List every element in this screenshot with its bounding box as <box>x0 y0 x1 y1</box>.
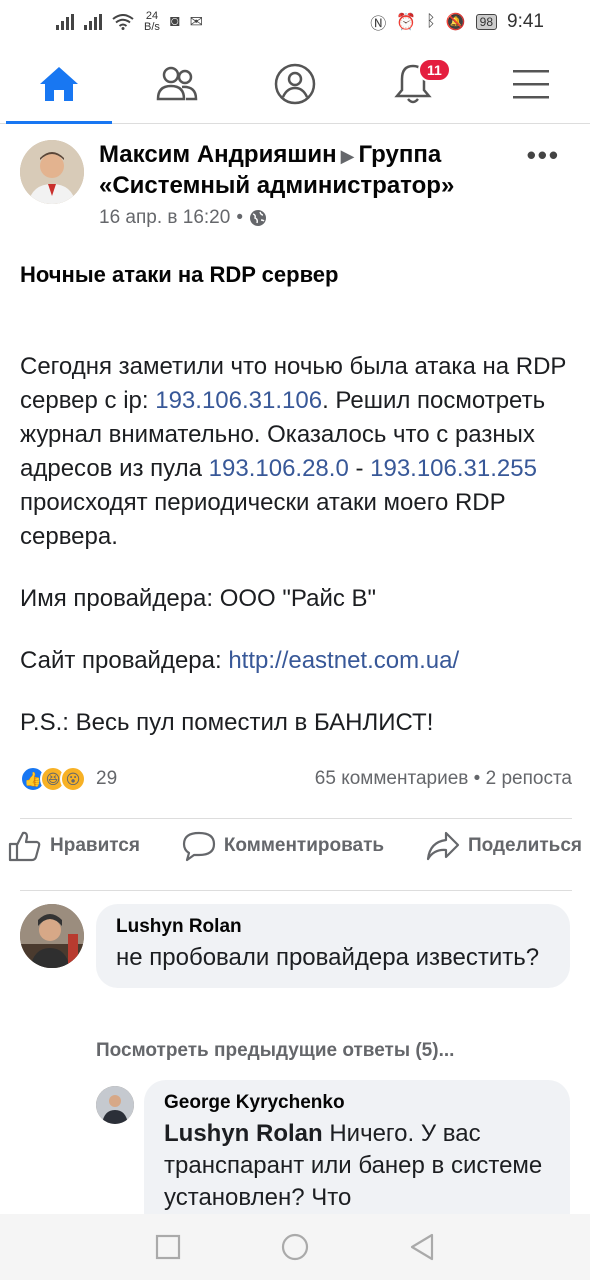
divider <box>20 818 572 819</box>
notification-badge: 11 <box>418 58 451 82</box>
reaction-count: 29 <box>96 768 118 789</box>
reactions-summary: 👍 😆 😮 29 65 комментариев • 2 репоста <box>20 766 572 792</box>
back-icon[interactable] <box>409 1233 435 1261</box>
tab-bar: 11 <box>0 44 590 124</box>
friends-icon <box>156 66 198 100</box>
signal-icon-2 <box>84 14 102 30</box>
status-bar: 24 B/s ◙ ✉ Ⓝ ⏰ ᛒ 🔕 98 9:41 <box>0 0 590 44</box>
ip-link[interactable]: 193.106.31.106 <box>155 387 322 414</box>
recents-icon[interactable] <box>155 1234 181 1260</box>
shares-count[interactable]: 2 репоста <box>486 768 572 789</box>
comment-text: не пробовали провайдера известить? <box>116 944 540 971</box>
provider-site-link[interactable]: http://eastnet.com.ua/ <box>228 647 459 674</box>
commenter-avatar[interactable] <box>20 904 84 968</box>
reply-author[interactable]: George Kyrychenko <box>164 1092 550 1114</box>
menu-icon <box>513 69 549 98</box>
app-notification-icon: ◙ <box>169 13 180 30</box>
provider-site: Сайт провайдера: http://eastnet.com.ua/ <box>20 647 460 674</box>
post-header: Максим Андрияшин ▶ Группа «Системный админ… <box>20 140 570 229</box>
like-button[interactable]: Нравится <box>8 830 140 862</box>
mute-icon: 🔕 <box>445 14 466 31</box>
range-end-link[interactable]: 193.106.31.255 <box>370 455 537 482</box>
thumbs-up-icon <box>8 831 41 862</box>
more-options-icon[interactable]: ••• <box>527 140 560 171</box>
dot-separator: • <box>473 768 481 789</box>
arrow-right-icon: ▶ <box>340 146 355 166</box>
nfc-icon: Ⓝ <box>370 16 387 33</box>
battery-indicator: 98 <box>475 14 498 30</box>
tab-menu[interactable] <box>472 44 590 123</box>
comments-count[interactable]: 65 комментариев <box>315 768 469 789</box>
post-ps: P.S.: Весь пул поместил в БАНЛИСТ! <box>20 709 434 736</box>
home-icon <box>40 66 78 101</box>
tab-home[interactable] <box>0 44 118 124</box>
reply-text: Lushyn Rolan Ничего. У вас транспарант и… <box>164 1120 543 1211</box>
comment: Lushyn Rolan не пробовали провайдера изв… <box>20 904 570 988</box>
system-nav-bar <box>0 1214 590 1280</box>
share-icon <box>426 831 460 861</box>
provider-name: Имя провайдера: ООО "Райс В" <box>20 585 377 612</box>
comment-icon <box>182 831 215 862</box>
wifi-icon <box>112 14 134 30</box>
network-speed: 24 B/s <box>144 10 160 33</box>
post-date[interactable]: 16 апр. в 16:20 <box>99 207 230 229</box>
profile-icon <box>274 63 316 104</box>
bluetooth-icon: ᛒ <box>426 13 436 30</box>
alarm-icon: ⏰ <box>396 14 417 31</box>
view-previous-replies[interactable]: Посмотреть предыдущие ответы (5)... <box>96 1040 454 1062</box>
reply-bubble[interactable]: George Kyrychenko Lushyn Rolan Ничего. У… <box>144 1080 570 1230</box>
reaction-icons[interactable]: 👍 😆 😮 29 <box>20 766 117 792</box>
reply-author-avatar[interactable] <box>96 1086 134 1124</box>
author-avatar[interactable] <box>20 140 84 204</box>
post-actions: Нравится Комментировать Поделиться <box>8 830 582 862</box>
home-button-icon[interactable] <box>281 1233 309 1261</box>
divider <box>20 890 572 891</box>
wow-reaction-icon: 😮 <box>60 766 86 792</box>
reply-comment: George Kyrychenko Lushyn Rolan Ничего. У… <box>96 1080 570 1230</box>
reply-mention[interactable]: Lushyn Rolan <box>164 1120 323 1147</box>
post-title: Ночные атаки на RDP сервер <box>20 262 339 287</box>
tab-groups[interactable] <box>118 44 236 123</box>
share-button[interactable]: Поделиться <box>426 830 582 862</box>
post-author-name[interactable]: Максим Андрияшин <box>99 141 337 168</box>
post-body: Сегодня заметили что ночью была атака на… <box>20 350 580 768</box>
dot-separator: • <box>236 207 243 228</box>
comment-button[interactable]: Комментировать <box>182 830 384 862</box>
range-start-link[interactable]: 193.106.28.0 <box>209 455 349 482</box>
post-paragraph: Сегодня заметили что ночью была атака на… <box>20 353 566 550</box>
comment-author[interactable]: Lushyn Rolan <box>116 916 550 938</box>
comment-bubble[interactable]: Lushyn Rolan не пробовали провайдера изв… <box>96 904 570 988</box>
mail-icon: ✉ <box>189 14 203 31</box>
tab-profile[interactable] <box>236 44 354 123</box>
clock: 9:41 <box>507 11 544 32</box>
post-author-line: Максим Андрияшин ▶ Группа «Системный админ… <box>99 140 529 201</box>
signal-icon <box>56 14 74 30</box>
tab-notifications[interactable]: 11 <box>354 44 472 123</box>
globe-icon <box>249 210 266 226</box>
